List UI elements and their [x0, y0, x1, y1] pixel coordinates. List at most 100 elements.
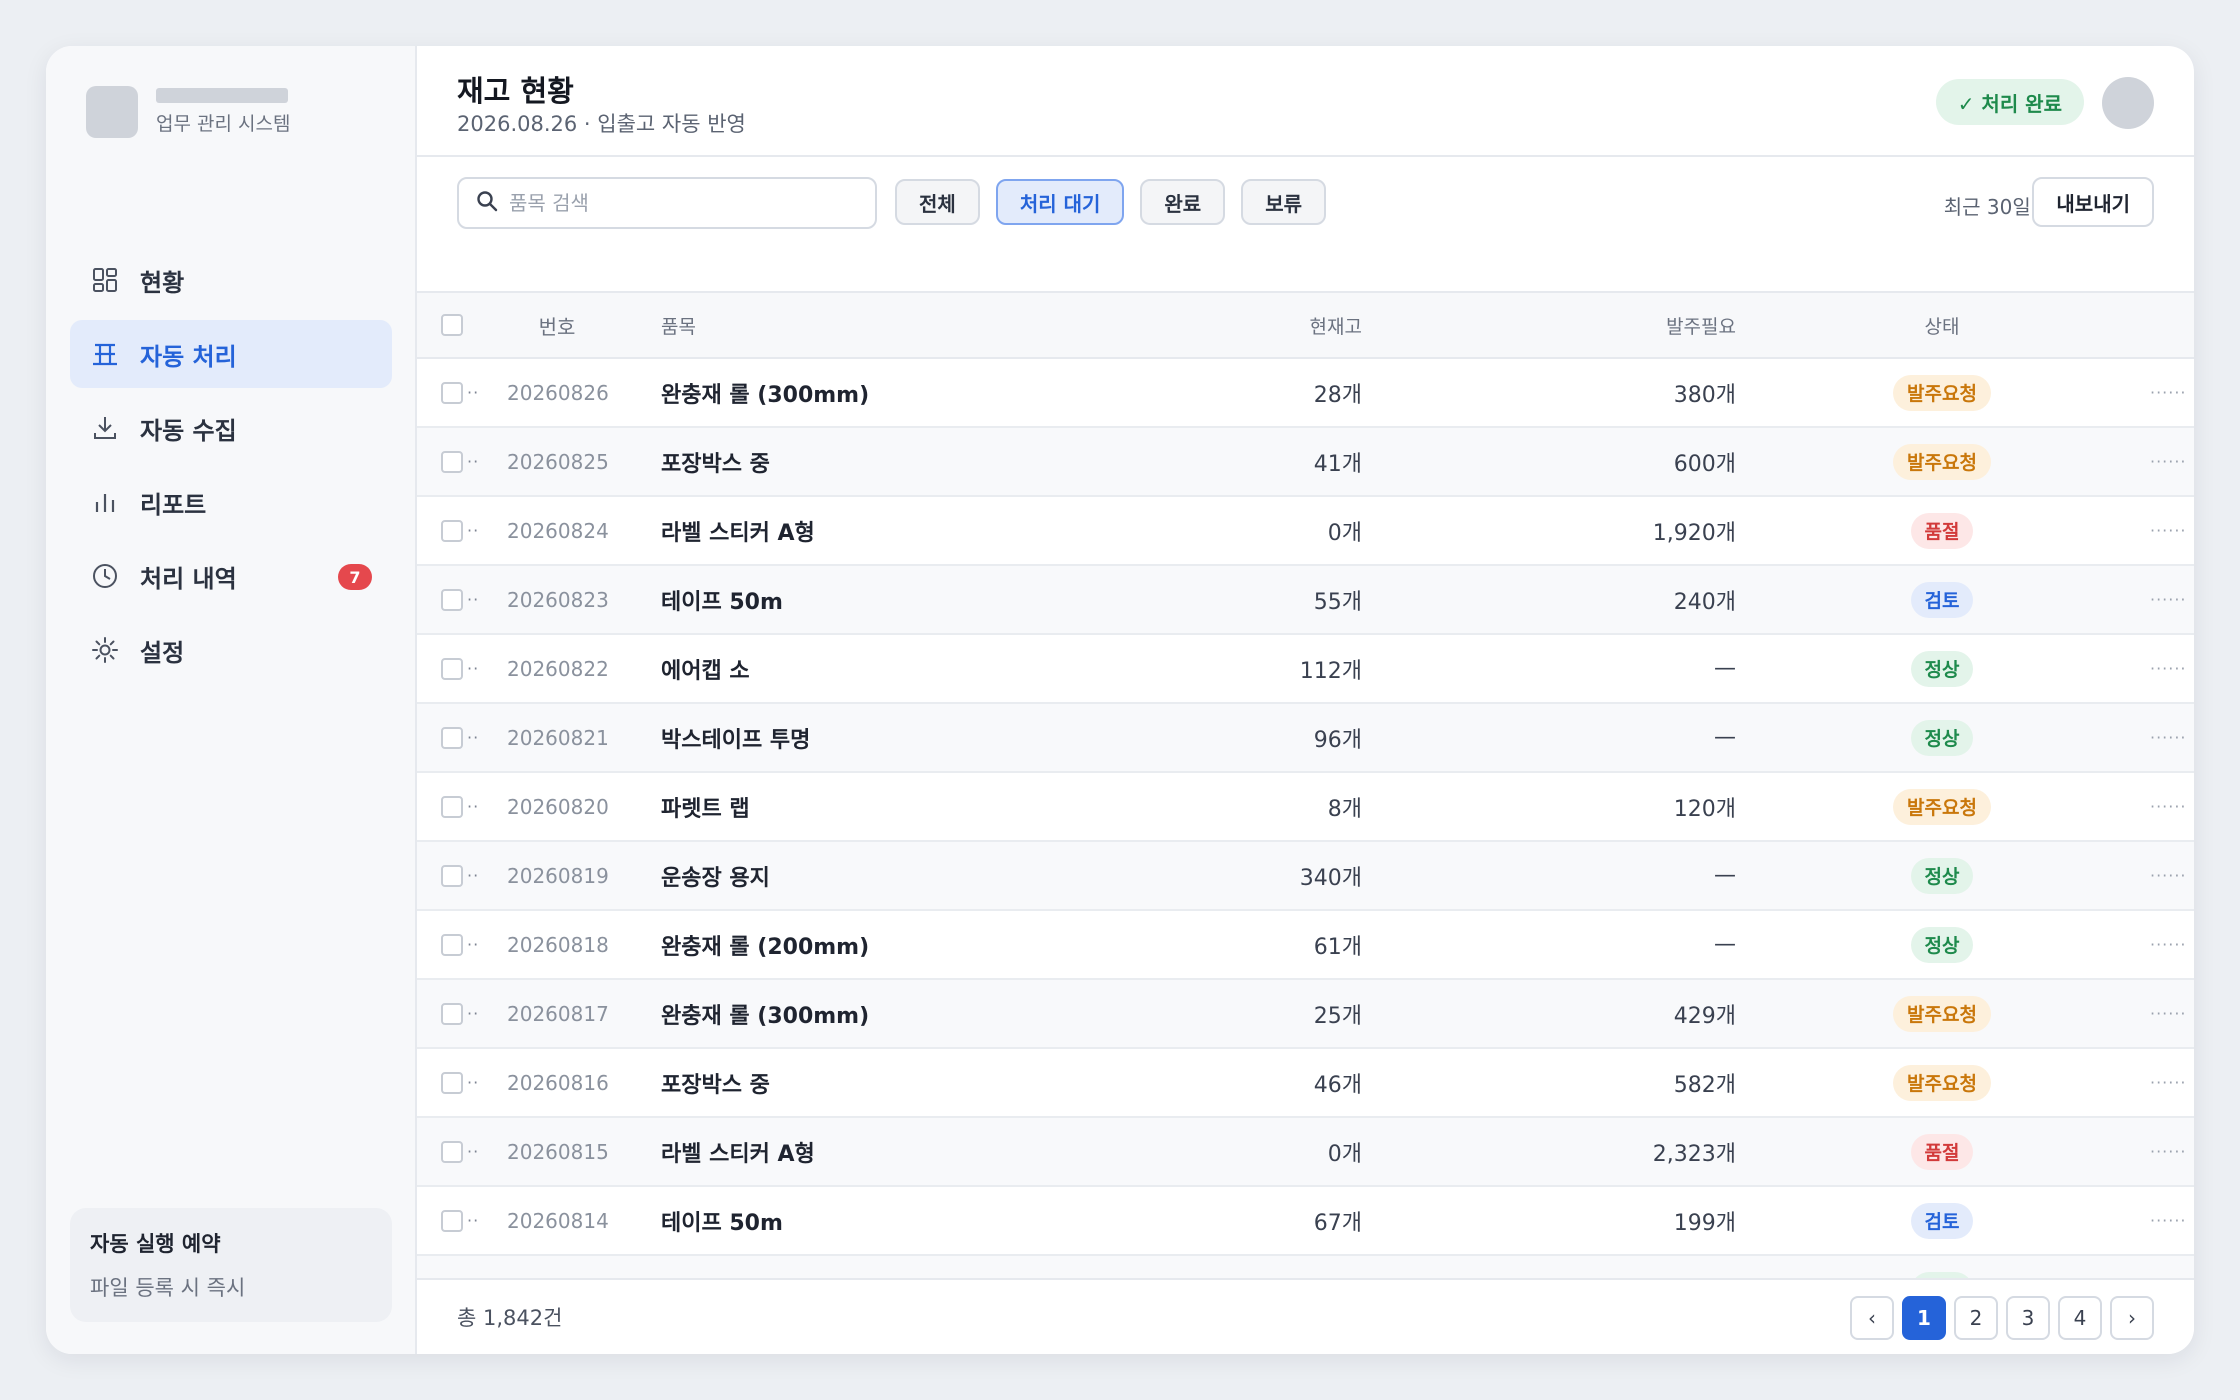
col-header-stock[interactable]: 현재고 — [1162, 293, 1362, 357]
row-handle-icon[interactable]: ·· — [467, 1211, 479, 1230]
more-options-icon[interactable]: ······ — [2150, 704, 2194, 771]
row-checkbox[interactable] — [441, 1002, 463, 1025]
more-options-icon[interactable]: ······ — [2150, 980, 2194, 1047]
row-checkbox[interactable] — [441, 795, 463, 818]
more-options-icon[interactable]: ······ — [2150, 1049, 2194, 1116]
filter-hold-button[interactable]: 보류 — [1241, 179, 1327, 225]
cell-item: 운송장 용지 — [661, 865, 770, 891]
col-header-num[interactable]: 번호 — [497, 293, 617, 357]
sidebar-item-auto-process[interactable]: 자동 처리 — [70, 320, 392, 388]
history-count-badge: 7 — [338, 564, 372, 590]
table-header: 번호 품목 현재고 발주필요 상태 — [417, 291, 2194, 359]
cell-item: 파렛트 랩 — [661, 796, 750, 822]
row-handle-icon[interactable]: ·· — [467, 935, 479, 954]
table-row[interactable]: ·· 20260824 라벨 스티커 A형 0개 1,920개 품절 ······ — [417, 497, 2194, 566]
col-header-need[interactable]: 발주필요 — [1496, 293, 1736, 357]
table-row[interactable]: ·· 20260822 에어캡 소 112개 — 정상 ······ — [417, 635, 2194, 704]
table-row[interactable]: ·· 20260826 완충재 롤 (300mm) 28개 380개 발주요청 ······ — [417, 359, 2194, 428]
row-handle-icon[interactable]: ·· — [467, 797, 479, 816]
search-box[interactable] — [457, 177, 877, 229]
cell-stock: 96개 — [1313, 727, 1362, 753]
row-checkbox[interactable] — [441, 381, 463, 404]
select-all-checkbox[interactable] — [441, 314, 463, 336]
export-button[interactable]: 내보내기 — [2032, 177, 2154, 227]
sidebar-item-report[interactable]: 리포트 — [70, 468, 392, 536]
next-page-button[interactable]: › — [2110, 1296, 2154, 1340]
row-handle-icon[interactable]: ·· — [467, 521, 479, 540]
table-row[interactable]: ·· 20260814 테이프 50m 67개 199개 검토 ······ — [417, 1187, 2194, 1256]
table-row[interactable]: ·· 20260817 완충재 롤 (300mm) 25개 429개 발주요청 ······ — [417, 980, 2194, 1049]
row-handle-icon[interactable]: ·· — [467, 728, 479, 747]
row-checkbox[interactable] — [441, 1209, 463, 1232]
download-icon — [90, 413, 120, 443]
page-button-3[interactable]: 3 — [2006, 1296, 2050, 1340]
table-row[interactable]: ·· 20260821 박스테이프 투명 96개 — 정상 ······ — [417, 704, 2194, 773]
avatar[interactable] — [2102, 77, 2154, 129]
cell-item: 테이프 50m — [661, 1210, 783, 1236]
cell-num: 20260814 — [507, 1208, 609, 1233]
page-button-2[interactable]: 2 — [1954, 1296, 1998, 1340]
row-checkbox[interactable] — [441, 1071, 463, 1094]
row-checkbox[interactable] — [441, 588, 463, 611]
row-handle-icon[interactable]: ·· — [467, 1004, 479, 1023]
row-checkbox[interactable] — [441, 933, 463, 956]
table-row[interactable]: ·· 20260815 라벨 스티커 A형 0개 2,323개 품절 ······ — [417, 1118, 2194, 1187]
row-handle-icon[interactable]: ·· — [467, 1142, 479, 1161]
row-handle-icon[interactable]: ·· — [467, 590, 479, 609]
row-checkbox[interactable] — [441, 726, 463, 749]
page-button-1[interactable]: 1 — [1902, 1296, 1946, 1340]
row-handle-icon[interactable]: ·· — [467, 1073, 479, 1092]
table-row[interactable]: ·· 20260825 포장박스 중 41개 600개 발주요청 ······ — [417, 428, 2194, 497]
filter-all-button[interactable]: 전체 — [895, 179, 980, 225]
brand-name-placeholder — [156, 88, 288, 103]
row-checkbox[interactable] — [441, 519, 463, 542]
more-options-icon[interactable]: ······ — [2150, 842, 2194, 909]
cell-stock: 28개 — [1313, 382, 1362, 408]
page-button-4[interactable]: 4 — [2058, 1296, 2102, 1340]
sidebar-item-dashboard[interactable]: 현황 — [70, 246, 392, 314]
status-badge: 발주요청 — [1893, 443, 1991, 480]
sidebar-item-auto-collect[interactable]: 자동 수집 — [70, 394, 392, 462]
status-badge: 발주요청 — [1893, 1064, 1991, 1101]
sidebar-item-settings[interactable]: 설정 — [70, 616, 392, 684]
table-row[interactable]: ·· 20260818 완충재 롤 (200mm) 61개 — 정상 ······ — [417, 911, 2194, 980]
status-badge: 발주요청 — [1893, 788, 1991, 825]
row-checkbox[interactable] — [441, 450, 463, 473]
more-options-icon[interactable]: ······ — [2150, 773, 2194, 840]
row-checkbox[interactable] — [441, 657, 463, 680]
table-row[interactable]: ·· 20260820 파렛트 랩 8개 120개 발주요청 ······ — [417, 773, 2194, 842]
more-options-icon[interactable]: ······ — [2150, 635, 2194, 702]
cell-stock: 55개 — [1313, 589, 1362, 615]
cell-num: 20260822 — [507, 656, 609, 681]
row-handle-icon[interactable]: ·· — [467, 866, 479, 885]
row-handle-icon[interactable]: ·· — [467, 383, 479, 402]
logo — [86, 86, 138, 138]
table-row[interactable]: ·· 20260816 포장박스 중 46개 582개 발주요청 ······ — [417, 1049, 2194, 1118]
sidebar-item-label: 자동 수집 — [140, 416, 237, 445]
cell-num: 20260816 — [507, 1070, 609, 1095]
more-options-icon[interactable]: ······ — [2150, 1187, 2194, 1254]
more-options-icon[interactable]: ······ — [2150, 428, 2194, 495]
cell-need: 199개 — [1673, 1210, 1736, 1236]
more-options-icon[interactable]: ······ — [2150, 566, 2194, 633]
prev-page-button[interactable]: ‹ — [1850, 1296, 1894, 1340]
status-badge: 발주요청 — [1893, 995, 1991, 1032]
sidebar-item-history[interactable]: 처리 내역 7 — [70, 542, 392, 610]
more-options-icon[interactable]: ······ — [2150, 1118, 2194, 1185]
search-input[interactable] — [509, 191, 869, 215]
more-options-icon[interactable]: ······ — [2150, 497, 2194, 564]
row-checkbox[interactable] — [441, 1140, 463, 1163]
row-handle-icon[interactable]: ·· — [467, 659, 479, 678]
col-header-status[interactable]: 상태 — [1852, 293, 2032, 357]
row-checkbox[interactable] — [441, 864, 463, 887]
more-options-icon[interactable]: ······ — [2150, 359, 2194, 426]
filter-pending-button[interactable]: 처리 대기 — [995, 179, 1125, 225]
cell-need: 380개 — [1673, 382, 1736, 408]
col-header-item[interactable]: 품목 — [661, 293, 1181, 357]
row-handle-icon[interactable]: ·· — [467, 452, 479, 471]
filter-done-button[interactable]: 완료 — [1140, 179, 1226, 225]
cell-num: 20260821 — [507, 725, 609, 750]
more-options-icon[interactable]: ······ — [2150, 911, 2194, 978]
table-row[interactable]: ·· 20260823 테이프 50m 55개 240개 검토 ······ — [417, 566, 2194, 635]
table-row[interactable]: ·· 20260819 운송장 용지 340개 — 정상 ······ — [417, 842, 2194, 911]
